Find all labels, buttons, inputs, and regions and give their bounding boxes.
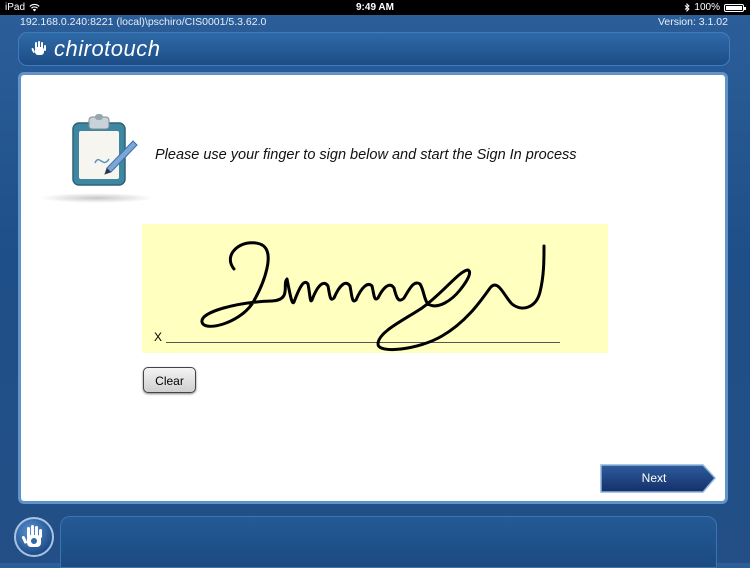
app-header: chirotouch: [18, 32, 730, 66]
status-bar: iPad 9:49 AM 100%: [0, 0, 750, 15]
version-label: Version: 3.1.02: [657, 16, 728, 28]
clear-button[interactable]: Clear: [143, 367, 196, 393]
hand-home-icon[interactable]: [14, 517, 54, 557]
bottom-bar: [60, 516, 717, 568]
signature-pad[interactable]: X: [142, 224, 608, 353]
sign-in-panel: Please use your finger to sign below and…: [18, 72, 728, 504]
hand-logo-icon: [31, 41, 46, 55]
next-button[interactable]: Next: [599, 464, 717, 494]
clipboard-pen-icon: [72, 114, 138, 186]
logo-text: chirotouch: [54, 36, 161, 61]
status-right: 100%: [684, 0, 746, 15]
bluetooth-icon: [685, 3, 691, 12]
icon-shadow: [39, 193, 154, 203]
next-button-label: Next: [641, 471, 667, 485]
signature-stroke: [200, 241, 546, 351]
connection-string: 192.168.0.240:8221 (local)\pschiro/CIS00…: [20, 16, 267, 28]
status-time: 9:49 AM: [356, 2, 394, 13]
connection-info-bar: 192.168.0.240:8221 (local)\pschiro/CIS00…: [0, 15, 750, 29]
sign-prompt: Please use your finger to sign below and…: [155, 147, 577, 163]
app-logo: chirotouch: [31, 36, 161, 62]
battery-icon: [724, 3, 746, 12]
hand-home-glyph: [21, 525, 42, 547]
battery-percent: 100%: [694, 2, 720, 13]
